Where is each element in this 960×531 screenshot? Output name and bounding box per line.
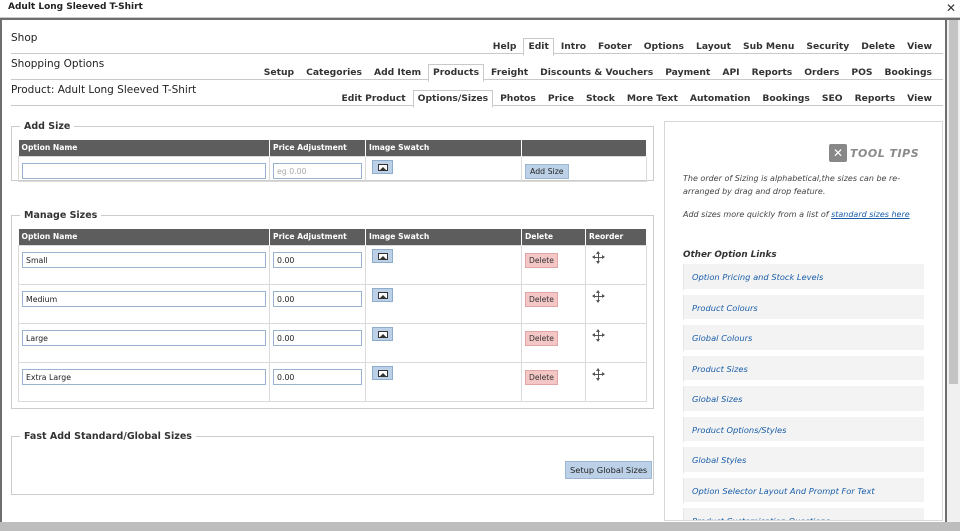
shopping-nav-label: Shopping Options bbox=[11, 58, 105, 70]
close-icon[interactable]: ✕ bbox=[944, 1, 958, 16]
tool-tips-header: ✕ TOOL TIPS bbox=[829, 144, 919, 162]
option-link[interactable]: Global Styles bbox=[683, 447, 924, 475]
main-window: Shop Help Edit Intro Footer Options Layout Sub… bbox=[2, 20, 945, 522]
column-header: Price Adjustment bbox=[269, 140, 366, 156]
drag-handle-icon[interactable] bbox=[592, 328, 605, 342]
column-header: Image Swatch bbox=[365, 229, 522, 245]
size-row: Delete bbox=[18, 283, 647, 324]
product-tab-view[interactable]: View bbox=[902, 90, 937, 108]
column-header: Option Name bbox=[18, 140, 270, 156]
option-link[interactable]: Global Sizes bbox=[683, 386, 924, 414]
column-header: Reorder bbox=[585, 229, 647, 245]
size-row: Delete bbox=[18, 361, 647, 402]
option-link[interactable]: Option Selector Layout And Prompt For Te… bbox=[683, 477, 924, 505]
image-icon bbox=[378, 330, 388, 338]
product-tab-reports[interactable]: Reports bbox=[850, 90, 901, 108]
delete-button[interactable]: Delete bbox=[525, 291, 558, 307]
tool-tips-title: TOOL TIPS bbox=[850, 146, 920, 160]
add-size-table: Option Name Price Adjustment Image Swatc… bbox=[18, 140, 647, 182]
tool-tips-panel: ✕ TOOL TIPS The order of Sizing is alpha… bbox=[664, 121, 943, 521]
price-adjustment-input[interactable] bbox=[273, 252, 362, 268]
size-rows: Delete Delete Delete Delete bbox=[18, 244, 647, 402]
image-swatch-button[interactable] bbox=[372, 248, 393, 263]
new-price-adjustment-input[interactable] bbox=[273, 163, 362, 179]
manage-sizes-legend: Manage Sizes bbox=[24, 210, 98, 221]
tip-sort-order: The order of Sizing is alphabetical,the … bbox=[683, 174, 901, 196]
tip-text: Add sizes more quickly from a list of bbox=[683, 210, 832, 219]
shop-nav-label: Shop bbox=[11, 32, 38, 44]
drag-handle-icon[interactable] bbox=[592, 289, 605, 303]
image-swatch-button[interactable] bbox=[372, 326, 393, 341]
drag-handle-icon[interactable] bbox=[592, 367, 605, 381]
option-link[interactable]: Option Pricing and Stock Levels bbox=[683, 264, 924, 292]
product-nav-label: Product: Adult Long Sleeved T-Shirt bbox=[11, 84, 197, 96]
image-swatch-button[interactable] bbox=[372, 159, 393, 174]
bottom-bar bbox=[0, 522, 960, 531]
column-header bbox=[521, 140, 647, 156]
option-link[interactable]: Product Options/Styles bbox=[683, 416, 924, 444]
image-icon bbox=[378, 252, 388, 260]
image-icon bbox=[378, 369, 388, 377]
option-link[interactable]: Global Colours bbox=[683, 325, 924, 353]
delete-button[interactable]: Delete bbox=[525, 330, 558, 346]
option-name-input[interactable] bbox=[22, 330, 266, 346]
option-name-input[interactable] bbox=[22, 291, 266, 307]
add-size-header-row: Option Name Price Adjustment Image Swatc… bbox=[18, 140, 647, 156]
product-nav: Product: Adult Long Sleeved T-Shirt Edit… bbox=[11, 80, 943, 108]
add-size-legend: Add Size bbox=[24, 121, 71, 132]
option-name-input[interactable] bbox=[22, 252, 266, 268]
window-titlebar: Adult Long Sleeved T-Shirt ✕ bbox=[0, 0, 960, 18]
product-tab-options-sizes[interactable]: Options/Sizes bbox=[412, 90, 494, 108]
vertical-scrollbar[interactable] bbox=[947, 20, 960, 522]
product-tab-edit-product[interactable]: Edit Product bbox=[337, 90, 411, 108]
new-option-name-input[interactable] bbox=[22, 163, 266, 179]
other-option-links: Option Pricing and Stock Levels Product C… bbox=[683, 264, 924, 520]
shop-nav: Shop Help Edit Intro Footer Options Layout Sub… bbox=[11, 28, 943, 56]
manage-sizes-table: Option Name Price Adjustment Image Swatc… bbox=[18, 229, 647, 402]
add-size-input-row: Add Size bbox=[18, 155, 647, 182]
other-option-links-title: Other Option Links bbox=[683, 250, 777, 260]
window-title: Adult Long Sleeved T-Shirt bbox=[8, 2, 143, 12]
delete-button[interactable]: Delete bbox=[525, 252, 558, 268]
image-icon bbox=[378, 163, 388, 171]
scrollbar-thumb[interactable] bbox=[949, 20, 958, 384]
fast-add-panel: Fast Add Standard/Global Sizes bbox=[11, 431, 654, 495]
delete-button[interactable]: Delete bbox=[525, 369, 558, 385]
drag-handle-icon[interactable] bbox=[592, 250, 605, 264]
product-tab-bookings[interactable]: Bookings bbox=[757, 90, 814, 108]
product-tab-more-text[interactable]: More Text bbox=[622, 90, 683, 108]
price-adjustment-input[interactable] bbox=[273, 369, 362, 385]
product-tab-automation[interactable]: Automation bbox=[685, 90, 756, 108]
product-tab-price[interactable]: Price bbox=[543, 90, 579, 108]
product-tab-seo[interactable]: SEO bbox=[817, 90, 848, 108]
setup-global-sizes-button[interactable]: Setup Global Sizes bbox=[565, 461, 653, 479]
column-header: Price Adjustment bbox=[269, 229, 366, 245]
product-tab-stock[interactable]: Stock bbox=[581, 90, 620, 108]
column-header: Option Name bbox=[18, 229, 270, 245]
image-swatch-button[interactable] bbox=[372, 365, 393, 380]
option-name-input[interactable] bbox=[22, 369, 266, 385]
image-icon bbox=[378, 291, 388, 299]
option-link[interactable]: Product Customisation Questions bbox=[683, 508, 924, 520]
size-row: Delete bbox=[18, 322, 647, 363]
standard-sizes-link[interactable]: standard sizes here bbox=[831, 210, 910, 219]
price-adjustment-input[interactable] bbox=[273, 330, 362, 346]
column-header: Image Swatch bbox=[365, 140, 522, 156]
product-tab-photos[interactable]: Photos bbox=[495, 90, 541, 108]
option-link[interactable]: Product Colours bbox=[683, 294, 924, 322]
shopping-options-nav: Shopping Options Setup Categories Add Item… bbox=[11, 54, 943, 82]
add-size-button[interactable]: Add Size bbox=[525, 163, 569, 179]
size-row: Delete bbox=[18, 244, 647, 285]
product-nav-tabs: Edit Product Options/Sizes Photos Price Stoc… bbox=[337, 90, 937, 108]
tip-standard-sizes: Add sizes more quickly from a list of st… bbox=[683, 208, 929, 221]
price-adjustment-input[interactable] bbox=[273, 291, 362, 307]
fast-add-legend: Fast Add Standard/Global Sizes bbox=[24, 431, 192, 442]
column-header: Delete bbox=[521, 229, 586, 245]
option-link[interactable]: Product Sizes bbox=[683, 355, 924, 383]
image-swatch-button[interactable] bbox=[372, 287, 393, 302]
tools-icon: ✕ bbox=[829, 144, 847, 162]
manage-sizes-header-row: Option Name Price Adjustment Image Swatc… bbox=[18, 229, 647, 245]
